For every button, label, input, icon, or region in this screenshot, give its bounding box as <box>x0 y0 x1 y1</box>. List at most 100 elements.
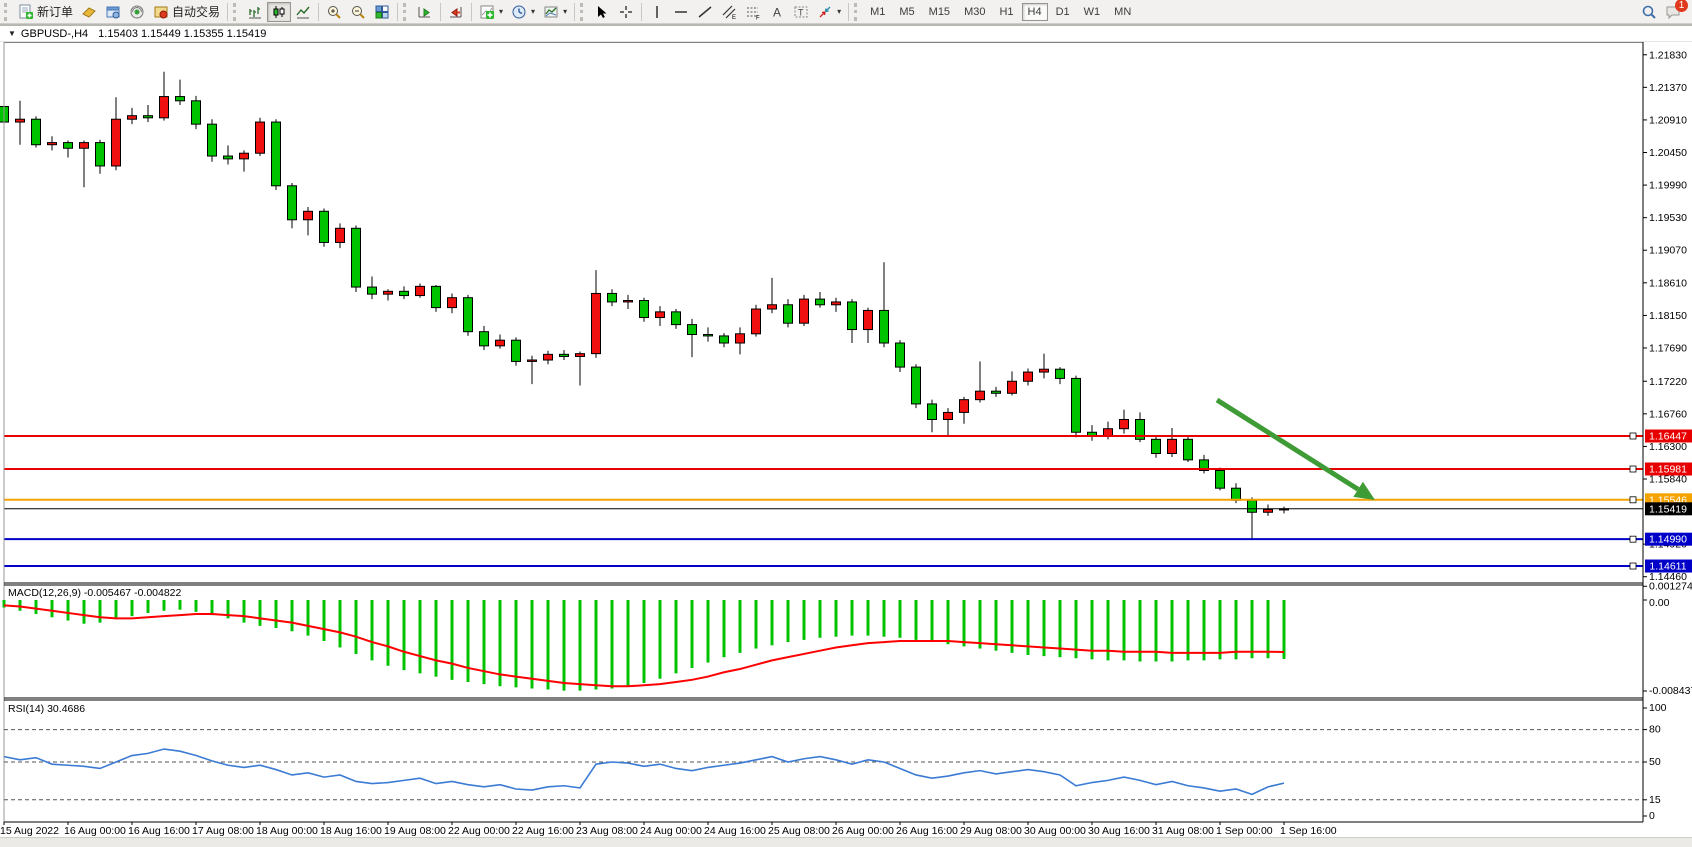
toolbar-grip[interactable] <box>854 3 860 21</box>
zoom-in-button[interactable] <box>322 2 346 22</box>
svg-text:18 Aug 00:00: 18 Aug 00:00 <box>256 825 318 837</box>
terminal-icon <box>129 4 145 20</box>
svg-text:1.19070: 1.19070 <box>1649 245 1687 257</box>
toolbar-separator <box>848 3 849 21</box>
toolbar-grip[interactable] <box>233 3 239 21</box>
equidistant-channel-icon: E <box>721 4 737 20</box>
toolbar-separator <box>574 3 575 21</box>
candlestick-chart-icon <box>271 4 287 20</box>
timeframe-button-M30[interactable]: M30 <box>958 3 991 21</box>
svg-text:16 Aug 00:00: 16 Aug 00:00 <box>64 825 126 837</box>
notifications-button[interactable]: 1 <box>1664 3 1682 21</box>
svg-text:1.20910: 1.20910 <box>1649 114 1687 126</box>
svg-text:1.17220: 1.17220 <box>1649 376 1687 388</box>
indicators-icon <box>479 4 495 20</box>
timeframe-button-H4[interactable]: H4 <box>1022 3 1048 21</box>
periods-button[interactable]: ▾ <box>507 2 539 22</box>
equidistant-channel-button[interactable]: E <box>717 2 741 22</box>
svg-text:80: 80 <box>1649 724 1661 736</box>
svg-text:F: F <box>756 15 760 20</box>
fibonacci-button[interactable]: F <box>741 2 765 22</box>
svg-text:RSI(14) 30.4686: RSI(14) 30.4686 <box>8 703 85 715</box>
templates-icon <box>543 4 559 20</box>
svg-text:25 Aug 08:00: 25 Aug 08:00 <box>768 825 830 837</box>
timeframe-button-D1[interactable]: D1 <box>1050 3 1076 21</box>
svg-text:0.001274: 0.001274 <box>1649 580 1692 592</box>
timeframe-button-M1[interactable]: M1 <box>864 3 891 21</box>
auto-scroll-button[interactable] <box>413 2 437 22</box>
text-label-button[interactable]: T <box>789 2 813 22</box>
trendline-button[interactable] <box>693 2 717 22</box>
toolbar-separator <box>318 3 319 21</box>
indicators-button[interactable]: ▾ <box>475 2 507 22</box>
timeframe-button-M15[interactable]: M15 <box>923 3 956 21</box>
new-order-button[interactable]: 新订单 <box>14 2 77 22</box>
arrows-icon <box>817 4 833 20</box>
line-chart-icon <box>295 4 311 20</box>
trendline-icon <box>697 4 713 20</box>
svg-text:MACD(12,26,9) -0.005467 -0.004: MACD(12,26,9) -0.005467 -0.004822 <box>8 587 182 599</box>
svg-text:19 Aug 08:00: 19 Aug 08:00 <box>384 825 446 837</box>
chart-title-bar: ▼ GBPUSD-,H4 1.15403 1.15449 1.15355 1.1… <box>0 25 1692 42</box>
toolbar-grip[interactable] <box>4 3 10 21</box>
line-chart-button[interactable] <box>291 2 315 22</box>
chart-canvas[interactable]: 1.218301.213701.209101.204501.199901.195… <box>0 0 1692 846</box>
svg-text:50: 50 <box>1649 756 1661 768</box>
svg-text:23 Aug 08:00: 23 Aug 08:00 <box>576 825 638 837</box>
zoom-out-icon <box>350 4 366 20</box>
new-order-icon <box>18 4 34 20</box>
svg-text:0: 0 <box>1649 810 1655 822</box>
navigator-button[interactable] <box>101 2 125 22</box>
timeframe-group: M1M5M15M30H1H4D1W1MN <box>864 3 1137 21</box>
zoom-out-button[interactable] <box>346 2 370 22</box>
svg-text:26 Aug 00:00: 26 Aug 00:00 <box>832 825 894 837</box>
cursor-button[interactable] <box>590 2 614 22</box>
crosshair-button[interactable] <box>614 2 638 22</box>
vertical-line-button[interactable] <box>645 2 669 22</box>
auto-scroll-icon <box>417 4 433 20</box>
market-watch-icon <box>81 4 97 20</box>
zoom-in-icon <box>326 4 342 20</box>
timeframe-button-MN[interactable]: MN <box>1108 3 1137 21</box>
svg-text:1.19990: 1.19990 <box>1649 180 1687 192</box>
notification-badge: 1 <box>1675 0 1688 12</box>
svg-text:18 Aug 16:00: 18 Aug 16:00 <box>320 825 382 837</box>
text-button[interactable]: A <box>765 2 789 22</box>
timeframe-button-W1[interactable]: W1 <box>1078 3 1107 21</box>
svg-text:26 Aug 16:00: 26 Aug 16:00 <box>896 825 958 837</box>
bar-chart-button[interactable] <box>243 2 267 22</box>
dropdown-caret-icon: ▾ <box>563 7 567 16</box>
svg-text:T: T <box>798 7 804 17</box>
chart-ohlc-values: 1.15403 1.15449 1.15355 1.15419 <box>98 28 266 40</box>
bar-chart-icon <box>247 4 263 20</box>
text-icon: A <box>769 4 785 20</box>
chart-dropdown-icon[interactable]: ▼ <box>8 29 16 38</box>
arrows-button[interactable]: ▾ <box>813 2 845 22</box>
templates-button[interactable]: ▾ <box>539 2 571 22</box>
autotrading-icon <box>153 4 169 20</box>
svg-text:1.19530: 1.19530 <box>1649 212 1687 224</box>
periods-icon <box>511 4 527 20</box>
svg-text:22 Aug 16:00: 22 Aug 16:00 <box>512 825 574 837</box>
candlestick-chart-button[interactable] <box>267 2 291 22</box>
new-order-label: 新订单 <box>37 3 73 20</box>
timeframe-button-M5[interactable]: M5 <box>893 3 920 21</box>
chart-symbol-title: GBPUSD-,H4 <box>21 28 88 40</box>
chart-shift-button[interactable] <box>444 2 468 22</box>
toolbar-grip[interactable] <box>580 3 586 21</box>
autotrading-button[interactable]: 自动交易 <box>149 2 224 22</box>
horizontal-line-button[interactable] <box>669 2 693 22</box>
market-watch-button[interactable] <box>77 2 101 22</box>
toolbar: 新订单 自动交易 ▾ <box>0 0 1692 24</box>
vertical-line-icon <box>649 4 665 20</box>
search-icon[interactable] <box>1640 3 1658 21</box>
toolbar-separator <box>397 3 398 21</box>
toolbar-grip[interactable] <box>403 3 409 21</box>
dropdown-caret-icon: ▾ <box>837 7 841 16</box>
svg-text:24 Aug 16:00: 24 Aug 16:00 <box>704 825 766 837</box>
toolbar-separator <box>641 3 642 21</box>
timeframe-button-H1[interactable]: H1 <box>993 3 1019 21</box>
svg-text:1.18610: 1.18610 <box>1649 277 1687 289</box>
terminal-button[interactable] <box>125 2 149 22</box>
tile-windows-button[interactable] <box>370 2 394 22</box>
